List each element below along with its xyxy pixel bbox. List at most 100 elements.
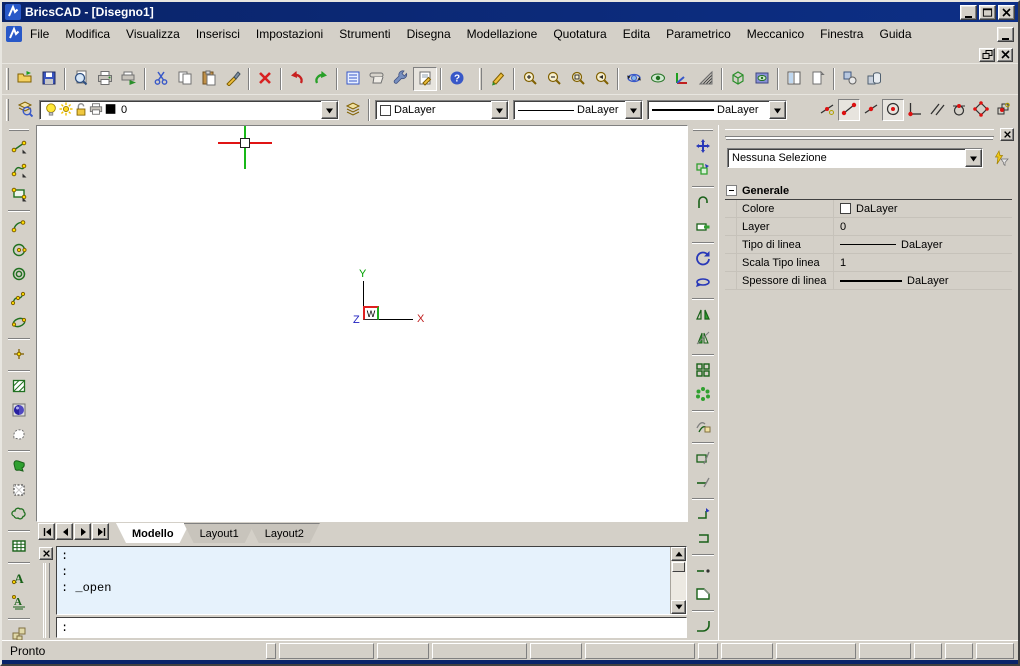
tab-previous-button[interactable] bbox=[56, 523, 73, 540]
layer-combo-dropdown[interactable] bbox=[321, 101, 338, 119]
undo-button[interactable] bbox=[285, 67, 309, 91]
menu-item-finestra[interactable]: Finestra bbox=[812, 24, 871, 44]
tab-next-button[interactable] bbox=[74, 523, 91, 540]
tab-layout2[interactable]: Layout2 bbox=[249, 523, 320, 543]
solids-button[interactable] bbox=[862, 67, 886, 91]
ucs-icon-button[interactable] bbox=[670, 67, 694, 91]
menu-item-edita[interactable]: Edita bbox=[615, 24, 658, 44]
linetype-combo-dropdown[interactable] bbox=[625, 101, 642, 119]
menu-item-guida[interactable]: Guida bbox=[871, 24, 919, 44]
properties-button[interactable] bbox=[341, 67, 365, 91]
solid-button[interactable] bbox=[7, 455, 31, 479]
print-button[interactable] bbox=[93, 67, 117, 91]
layer-combo[interactable]: 0 bbox=[39, 100, 339, 120]
layers-button[interactable] bbox=[341, 98, 365, 122]
property-value[interactable]: DaLayer bbox=[833, 236, 1012, 253]
command-drag-grip[interactable] bbox=[43, 563, 50, 638]
toolbar-grip[interactable] bbox=[9, 129, 29, 131]
view-box-button[interactable] bbox=[726, 67, 750, 91]
redo-button[interactable] bbox=[309, 67, 333, 91]
table-button[interactable] bbox=[7, 535, 31, 559]
tab-layout1[interactable]: Layout1 bbox=[184, 523, 255, 543]
tab-modello[interactable]: Modello bbox=[116, 523, 190, 543]
panel-drag-grip[interactable] bbox=[725, 129, 994, 137]
block-button[interactable] bbox=[7, 623, 31, 640]
scrollbar-track[interactable] bbox=[671, 573, 686, 600]
save-button[interactable] bbox=[37, 67, 61, 91]
arc-button[interactable] bbox=[7, 215, 31, 239]
new-view-button[interactable] bbox=[806, 67, 830, 91]
snap-quadrant-button[interactable] bbox=[970, 99, 992, 121]
sketch-button[interactable] bbox=[486, 67, 510, 91]
sheet-set-button[interactable] bbox=[365, 67, 389, 91]
command-history[interactable]: ::: _open bbox=[56, 546, 687, 615]
layer-explorer-button[interactable] bbox=[13, 98, 37, 122]
menu-item-parametrico[interactable]: Parametrico bbox=[658, 24, 739, 44]
erase-button[interactable] bbox=[253, 67, 277, 91]
line-button[interactable] bbox=[7, 135, 31, 159]
snap-center-button[interactable] bbox=[882, 99, 904, 121]
cut-button[interactable] bbox=[149, 67, 173, 91]
drawing-canvas[interactable]: Y W Z X bbox=[36, 125, 688, 522]
named-views-button[interactable] bbox=[750, 67, 774, 91]
color-combo-dropdown[interactable] bbox=[491, 101, 508, 119]
tab-first-button[interactable] bbox=[38, 523, 55, 540]
help-button[interactable]: ? bbox=[445, 67, 469, 91]
selection-combo[interactable]: Nessuna Selezione bbox=[727, 148, 983, 168]
mtext-button[interactable]: A bbox=[7, 591, 31, 615]
snap-parallel-button[interactable] bbox=[926, 99, 948, 121]
offset-button[interactable] bbox=[691, 415, 715, 439]
color-combo[interactable]: DaLayer bbox=[375, 100, 509, 120]
rectangle-button[interactable] bbox=[7, 183, 31, 207]
snap-nearest-button[interactable] bbox=[816, 99, 838, 121]
array-button[interactable] bbox=[691, 359, 715, 383]
lineweight-combo-dropdown[interactable] bbox=[769, 101, 786, 119]
open-button[interactable] bbox=[13, 67, 37, 91]
lengthen-button[interactable] bbox=[691, 471, 715, 495]
scroll-down-button[interactable] bbox=[671, 600, 686, 614]
move-button[interactable] bbox=[691, 135, 715, 159]
look-from-button[interactable] bbox=[646, 67, 670, 91]
scroll-up-button[interactable] bbox=[671, 547, 686, 561]
toolbar-grip[interactable] bbox=[479, 68, 482, 90]
zoom-in-button[interactable] bbox=[518, 67, 542, 91]
property-value[interactable]: DaLayer bbox=[833, 200, 1012, 217]
menu-item-strumenti[interactable]: Strumenti bbox=[331, 24, 398, 44]
mdi-minimize-button[interactable] bbox=[997, 27, 1014, 42]
menu-item-meccanico[interactable]: Meccanico bbox=[739, 24, 812, 44]
menu-item-visualizza[interactable]: Visualizza bbox=[118, 24, 188, 44]
quick-select-button[interactable] bbox=[990, 148, 1012, 168]
zoom-out-button[interactable] bbox=[542, 67, 566, 91]
menu-item-modifica[interactable]: Modifica bbox=[57, 24, 118, 44]
ellipse-button[interactable] bbox=[7, 311, 31, 335]
revision-cloud-button[interactable] bbox=[7, 503, 31, 527]
snap-perpendicular-button[interactable] bbox=[904, 99, 926, 121]
menu-item-file[interactable]: File bbox=[22, 24, 57, 44]
property-value[interactable]: DaLayer bbox=[833, 272, 1012, 289]
menu-item-quotatura[interactable]: Quotatura bbox=[545, 24, 614, 44]
menu-item-disegna[interactable]: Disegna bbox=[399, 24, 459, 44]
command-scrollbar[interactable] bbox=[670, 547, 686, 614]
open-polyline-button[interactable] bbox=[691, 527, 715, 551]
mirror-button[interactable] bbox=[691, 303, 715, 327]
selection-combo-dropdown[interactable] bbox=[965, 149, 982, 167]
settings-button[interactable] bbox=[389, 67, 413, 91]
titlebar[interactable]: BricsCAD - [Disegno1] bbox=[2, 2, 1018, 22]
scrollbar-thumb[interactable] bbox=[672, 562, 685, 572]
polyline-button[interactable] bbox=[7, 159, 31, 183]
zoom-window-button[interactable] bbox=[566, 67, 590, 91]
property-value[interactable]: 1 bbox=[833, 254, 1012, 271]
paste-button[interactable] bbox=[197, 67, 221, 91]
copy-entity-button[interactable] bbox=[691, 159, 715, 183]
tab-last-button[interactable] bbox=[92, 523, 109, 540]
text-button[interactable]: A bbox=[7, 567, 31, 591]
trim-button[interactable] bbox=[691, 447, 715, 471]
menu-item-modellazione[interactable]: Modellazione bbox=[459, 24, 546, 44]
stretch-button[interactable] bbox=[691, 215, 715, 239]
mdi-close-button[interactable] bbox=[997, 48, 1013, 62]
break-button[interactable] bbox=[691, 559, 715, 583]
section-generale[interactable]: Generale bbox=[725, 182, 1012, 200]
rotate-button[interactable] bbox=[691, 247, 715, 271]
close-button[interactable] bbox=[998, 5, 1015, 20]
properties-close-button[interactable] bbox=[1000, 128, 1014, 141]
